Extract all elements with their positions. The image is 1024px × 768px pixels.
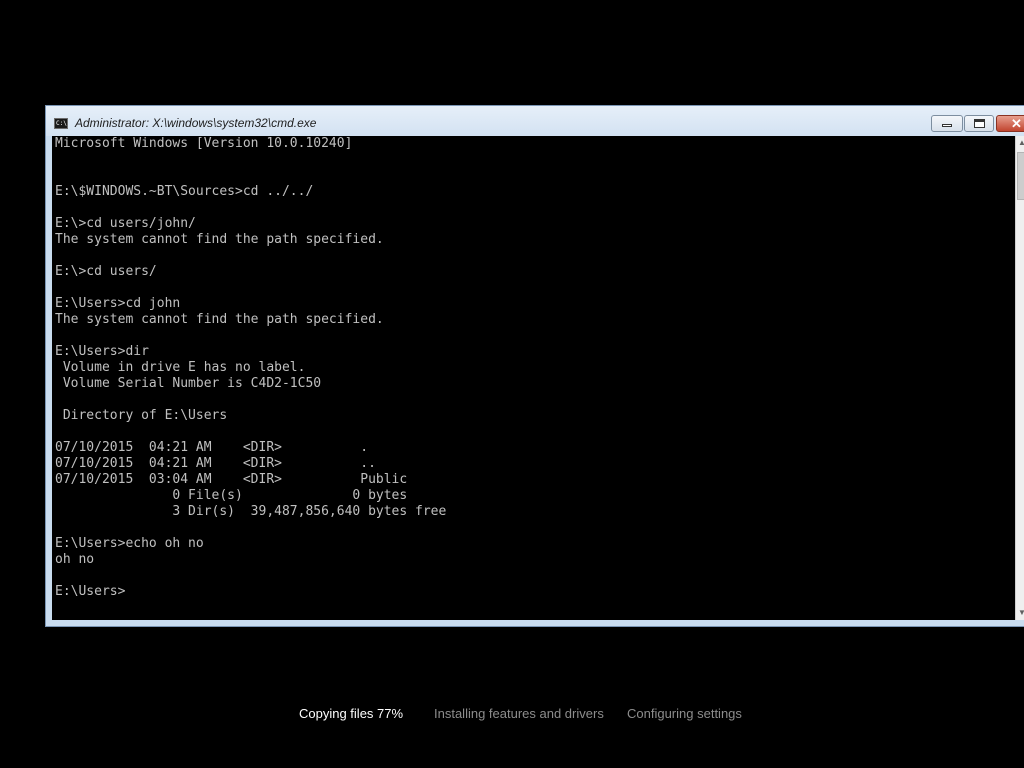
close-icon: ✕ [1011, 116, 1022, 131]
console-output: Microsoft Windows [Version 10.0.10240] E… [55, 136, 447, 599]
close-button[interactable]: ✕ [996, 115, 1024, 132]
console-area[interactable]: Microsoft Windows [Version 10.0.10240] E… [52, 136, 1015, 620]
cmd-window: C:\ Administrator: X:\windows\system32\c… [45, 105, 1024, 627]
scroll-up-icon[interactable]: ▲ [1016, 136, 1024, 150]
title-bar[interactable]: C:\ Administrator: X:\windows\system32\c… [46, 106, 1024, 136]
setup-progress-bar: Copying files 77% Installing features an… [0, 706, 1024, 726]
maximize-icon [974, 119, 985, 128]
vertical-scrollbar[interactable]: ▲ ▼ [1015, 136, 1024, 620]
cmd-icon: C:\ [54, 118, 68, 129]
maximize-button[interactable] [964, 115, 994, 132]
scroll-thumb[interactable] [1017, 152, 1024, 200]
minimize-icon [942, 124, 952, 127]
step-installing-features: Installing features and drivers [434, 706, 604, 721]
window-title: Administrator: X:\windows\system32\cmd.e… [75, 116, 317, 130]
scroll-down-icon[interactable]: ▼ [1016, 606, 1024, 620]
step-configuring-settings: Configuring settings [627, 706, 742, 721]
minimize-button[interactable] [931, 115, 963, 132]
step-copying-files: Copying files 77% [299, 706, 404, 721]
